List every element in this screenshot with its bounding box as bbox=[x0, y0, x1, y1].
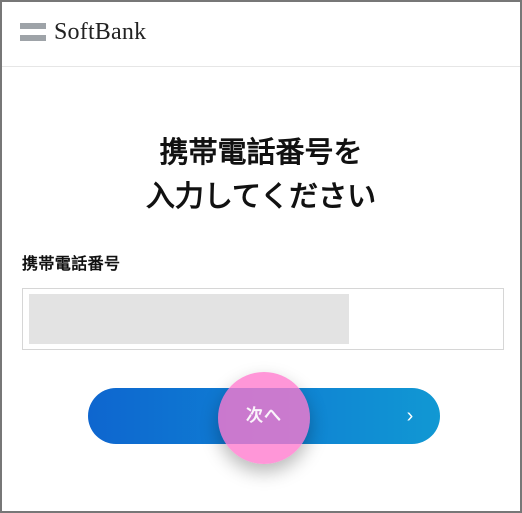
chevron-right-icon: › bbox=[406, 405, 414, 427]
phone-number-field[interactable] bbox=[22, 288, 504, 350]
softbank-logo-icon bbox=[20, 23, 46, 41]
next-button[interactable]: 次へ › bbox=[88, 372, 440, 464]
page-title: 携帯電話番号を 入力してください bbox=[2, 130, 520, 218]
header: SoftBank bbox=[2, 2, 520, 67]
phone-number-input[interactable] bbox=[23, 289, 503, 349]
page-title-line-1: 携帯電話番号を bbox=[159, 135, 363, 169]
softbank-logo: SoftBank bbox=[20, 20, 146, 44]
page-title-line-2: 入力してください bbox=[145, 179, 377, 213]
next-button-label: 次へ bbox=[246, 406, 282, 425]
phone-number-label: 携帯電話番号 bbox=[22, 254, 121, 273]
brand-name: SoftBank bbox=[54, 19, 147, 45]
page-frame: SoftBank 携帯電話番号を 入力してください 携帯電話番号 次へ › bbox=[0, 0, 522, 513]
